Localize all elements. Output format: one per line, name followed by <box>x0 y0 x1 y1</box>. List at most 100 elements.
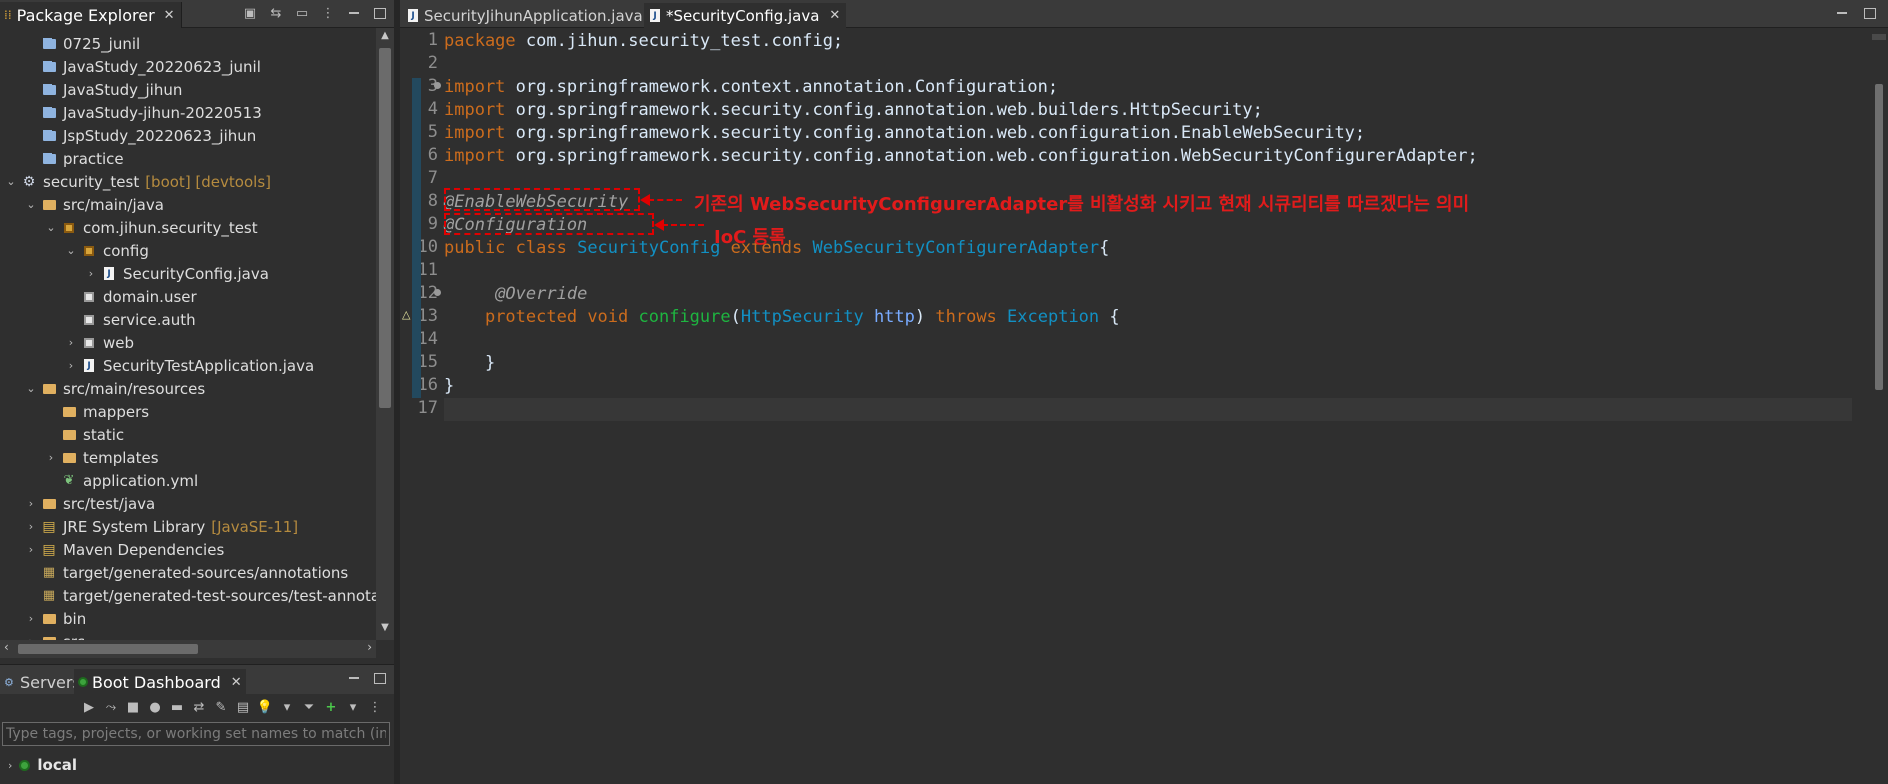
tree-item[interactable]: › src/test/java <box>24 492 155 515</box>
collapse-all-icon[interactable]: ▣ <box>240 3 260 23</box>
tree-item[interactable]: › web <box>64 331 134 354</box>
maximize-icon[interactable] <box>370 3 390 23</box>
tree-horizontal-scrollbar[interactable]: ‹ › <box>0 640 376 658</box>
close-icon[interactable]: ✕ <box>829 8 840 23</box>
tree-vertical-scrollbar[interactable]: ▲ ▼ <box>376 28 394 640</box>
tree-item[interactable]: › templates <box>44 446 159 469</box>
tree-item[interactable]: domain.user <box>64 285 197 308</box>
tree-item[interactable]: JavaStudy_20220623_junil <box>24 55 261 78</box>
code-line[interactable]: import org.springframework.security.conf… <box>444 145 1852 168</box>
tree-item[interactable]: ⌄ com.jihun.security_test <box>44 216 257 239</box>
code-line[interactable] <box>444 53 1852 76</box>
tab-security-jihun-application[interactable]: J SecurityJihunApplication.java <box>402 3 649 28</box>
tree-item[interactable]: › Maven Dependencies <box>24 538 224 561</box>
view-menu-icon[interactable]: ⋮ <box>366 700 384 715</box>
scroll-right-icon[interactable]: › <box>367 640 372 654</box>
tab-boot-dashboard[interactable]: Boot Dashboard ✕ <box>74 669 246 695</box>
close-icon[interactable]: ✕ <box>231 675 242 690</box>
scrollbar-thumb[interactable] <box>18 644 198 654</box>
stop-icon[interactable]: ■ <box>124 700 142 715</box>
tree-item[interactable]: JavaStudy_jihun <box>24 78 182 101</box>
minimize-icon[interactable] <box>344 3 364 23</box>
scroll-left-icon[interactable]: ‹ <box>4 640 9 654</box>
lightbulb-icon[interactable]: 💡 <box>256 700 274 715</box>
tree-item[interactable]: static <box>44 423 124 446</box>
chevron-right-icon[interactable]: › <box>84 267 98 280</box>
console-icon[interactable]: ▬ <box>168 700 186 715</box>
tree-item[interactable]: ›src <box>24 630 85 641</box>
chevron-right-icon[interactable]: › <box>64 336 78 349</box>
code-line[interactable]: protected void configure(HttpSecurity ht… <box>444 306 1852 329</box>
chevron-down-icon[interactable]: ⌄ <box>64 244 78 257</box>
scroll-down-icon[interactable]: ▼ <box>376 622 394 638</box>
tree-item[interactable]: ⌄ src/main/resources <box>24 377 205 400</box>
code-line[interactable]: import org.springframework.context.annot… <box>444 76 1852 99</box>
overview-ruler[interactable] <box>1870 30 1888 784</box>
scrollbar-thumb[interactable] <box>1875 84 1883 390</box>
fold-marker-icon[interactable] <box>434 82 441 89</box>
editor-vertical-scrollbar[interactable] <box>1852 30 1868 784</box>
chevron-right-icon[interactable]: › <box>44 451 58 464</box>
chevron-down-icon[interactable]: ▾ <box>278 700 296 715</box>
code-editor[interactable]: package com.jihun.security_test.config; i… <box>444 30 1852 750</box>
code-line[interactable]: import org.springframework.security.conf… <box>444 122 1852 145</box>
tab-security-config[interactable]: J *SecurityConfig.java ✕ <box>644 3 847 28</box>
tree-item[interactable]: practice <box>24 147 124 170</box>
maximize-icon[interactable] <box>370 668 390 688</box>
tag-filter-input[interactable] <box>2 722 390 746</box>
tree-item[interactable]: JavaStudy-jihun-20220513 <box>24 101 262 124</box>
code-line[interactable] <box>444 329 1852 352</box>
chevron-right-icon[interactable]: › <box>24 543 38 556</box>
code-line[interactable] <box>444 168 1852 191</box>
tree-item[interactable]: ⌄ config <box>64 239 149 262</box>
tree-item[interactable]: › bin <box>24 607 86 630</box>
chevron-down-icon[interactable]: ⌄ <box>24 198 38 211</box>
chevron-down-icon[interactable]: ▾ <box>344 700 362 715</box>
tab-package-explorer[interactable]: ⁞⁞ Package Explorer ✕ <box>0 2 182 28</box>
tab-servers[interactable]: ⚙ Servers <box>0 669 85 695</box>
minimize-icon[interactable] <box>1832 3 1852 23</box>
scrollbar-thumb[interactable] <box>379 48 391 408</box>
chevron-right-icon[interactable]: › <box>24 497 38 510</box>
minimize-icon[interactable] <box>344 668 364 688</box>
redeploy-icon[interactable]: ⇄ <box>190 700 208 715</box>
chevron-down-icon[interactable]: ⌄ <box>44 221 58 234</box>
tree-item[interactable]: mappers <box>44 400 149 423</box>
tree-item[interactable]: JspStudy_20220623_jihun <box>24 124 256 147</box>
tree-item[interactable]: target/generated-sources/annotations <box>24 561 348 584</box>
fold-marker-icon[interactable] <box>434 289 441 296</box>
code-line[interactable] <box>444 398 1852 421</box>
code-line[interactable] <box>444 260 1852 283</box>
chevron-right-icon[interactable]: › <box>24 520 38 533</box>
debug-icon[interactable]: ⤳ <box>102 700 120 715</box>
code-line[interactable]: } <box>444 352 1852 375</box>
tree-item[interactable]: › JRE System Library [JavaSE-11] <box>24 515 298 538</box>
view-menu-icon[interactable]: ⋮ <box>318 3 338 23</box>
filter-icon[interactable]: ⏷ <box>300 700 318 715</box>
code-line[interactable]: import org.springframework.security.conf… <box>444 99 1852 122</box>
tree-item[interactable]: ⌄ src/main/java <box>24 193 164 216</box>
tree-item[interactable]: › SecurityConfig.java <box>84 262 269 285</box>
tree-item[interactable]: › SecurityTestApplication.java <box>64 354 314 377</box>
tree-item[interactable]: application.yml <box>44 469 198 492</box>
scroll-up-icon[interactable]: ▲ <box>376 30 394 46</box>
chevron-right-icon[interactable]: › <box>8 759 12 772</box>
code-line[interactable]: public class SecurityConfig extends WebS… <box>444 237 1852 260</box>
chevron-down-icon[interactable]: ⌄ <box>24 382 38 395</box>
chevron-right-icon[interactable]: › <box>64 359 78 372</box>
properties-icon[interactable]: ▤ <box>234 700 252 715</box>
local-target-row[interactable]: › local <box>8 754 77 776</box>
add-icon[interactable]: + <box>322 700 340 715</box>
code-line[interactable]: } <box>444 375 1852 398</box>
tree-item[interactable]: target/generated-test-sources/test-annot… <box>24 584 376 607</box>
tree-item[interactable]: service.auth <box>64 308 196 331</box>
tree-item[interactable]: 0725_junil <box>24 32 140 55</box>
edit-icon[interactable]: ✎ <box>212 700 230 715</box>
tree-item[interactable]: ⌄ security_test [boot] [devtools] <box>4 170 271 193</box>
code-line[interactable]: @Override <box>444 283 1852 306</box>
open-browser-icon[interactable]: ● <box>146 700 164 715</box>
maximize-icon[interactable] <box>1860 3 1880 23</box>
close-icon[interactable]: ✕ <box>164 8 175 23</box>
chevron-right-icon[interactable]: › <box>24 612 38 625</box>
chevron-down-icon[interactable]: ⌄ <box>4 175 18 188</box>
